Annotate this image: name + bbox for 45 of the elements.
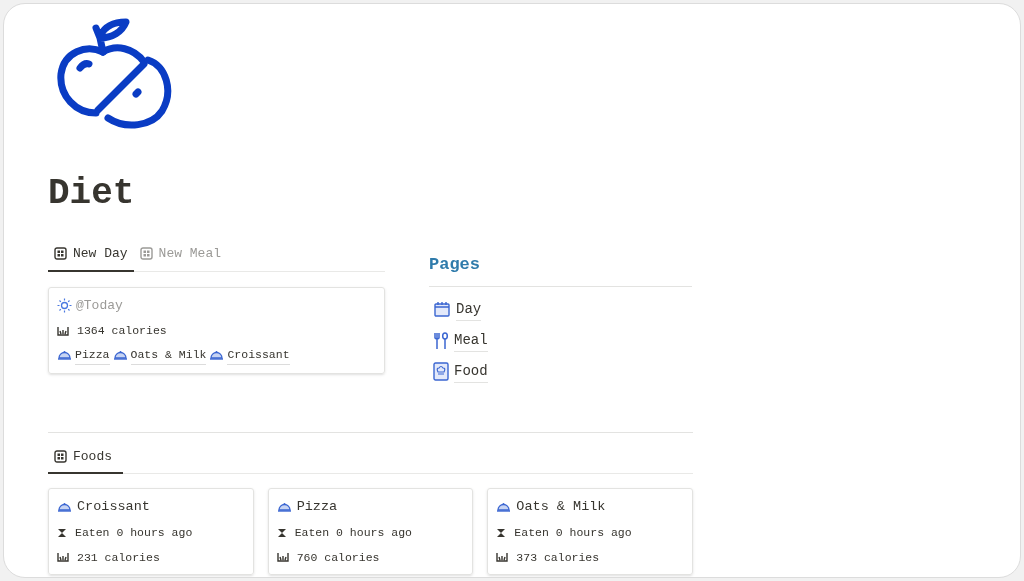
- meal-item-link[interactable]: Pizza: [75, 346, 110, 365]
- eaten-text: Eaten 0 hours ago: [514, 525, 632, 542]
- meal-item-link[interactable]: Croissant: [227, 346, 290, 365]
- page-link[interactable]: Day: [456, 298, 482, 321]
- food-name: Oats & Milk: [516, 498, 606, 516]
- day-card[interactable]: @Today 1364 calories Pizza Oats & Milk Croissant: [48, 286, 385, 374]
- date-text: @Today: [76, 296, 123, 315]
- scale-icon: [57, 552, 69, 563]
- table-icon: [54, 247, 67, 261]
- eaten-text: Eaten 0 hours ago: [75, 525, 193, 542]
- calories-text: 231 calories: [77, 549, 160, 566]
- meal-item-link[interactable]: Oats & Milk: [130, 346, 207, 365]
- cloche-icon: [112, 349, 128, 362]
- cloche-icon: [209, 349, 225, 362]
- cloche-icon: [276, 501, 292, 514]
- hourglass-icon: [496, 527, 507, 538]
- calories-text: 373 calories: [516, 549, 600, 566]
- cloche-icon: [57, 349, 72, 362]
- hourglass-icon: [276, 527, 287, 538]
- cookbook-icon: [433, 362, 449, 381]
- page-link[interactable]: Food: [454, 360, 488, 383]
- scale-icon: [496, 552, 509, 563]
- view-tab[interactable]: New Day: [48, 244, 134, 272]
- section-heading: Pages: [429, 252, 692, 287]
- cloche-icon: [496, 501, 512, 514]
- page-link[interactable]: Meal: [454, 329, 488, 352]
- calendar-icon: [433, 301, 451, 318]
- cloche-icon: [57, 501, 72, 514]
- hourglass-icon: [57, 527, 67, 538]
- page-title: Diet: [48, 174, 136, 214]
- eaten-text: Eaten 0 hours ago: [294, 525, 412, 542]
- table-icon: [54, 449, 67, 463]
- table-icon: [139, 247, 153, 261]
- calories-text: 760 calories: [296, 549, 380, 566]
- food-card[interactable]: Croissant Eaten 0 hours ago 231 calories: [48, 488, 254, 575]
- calories-text: 1364 calories: [77, 323, 167, 339]
- food-name: Pizza: [296, 498, 338, 516]
- food-name: Croissant: [77, 498, 150, 516]
- fork-spoon-icon: [433, 331, 449, 350]
- food-card[interactable]: Pizza Eaten 0 hours ago 760 calories: [267, 488, 474, 575]
- sun-icon: [57, 297, 72, 313]
- scale-icon: [57, 325, 69, 336]
- scale-icon: [276, 552, 289, 563]
- view-tab[interactable]: Foods: [48, 446, 123, 474]
- food-card[interactable]: Oats & Milk Eaten 0 hours ago 373 calories: [487, 488, 693, 575]
